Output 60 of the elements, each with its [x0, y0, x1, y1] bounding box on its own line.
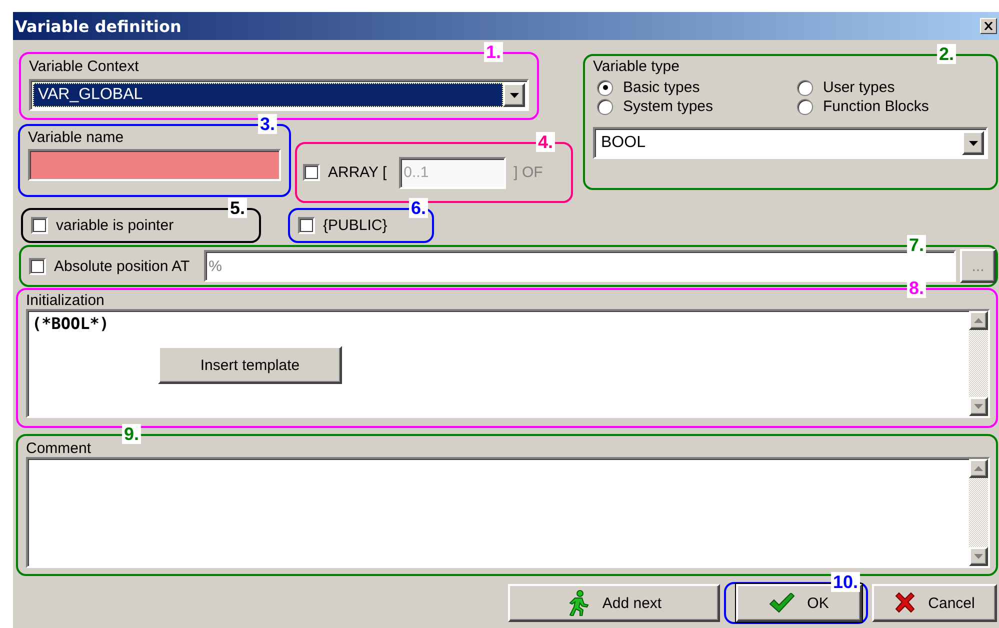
dropdown-button[interactable]: [503, 83, 525, 107]
down-arrow-icon: [974, 404, 983, 409]
cancel-button[interactable]: Cancel: [872, 584, 997, 622]
scrollbar[interactable]: [969, 311, 988, 416]
dropdown-button[interactable]: [962, 131, 984, 155]
radio-label: System types: [623, 98, 714, 115]
checkbox[interactable]: [29, 258, 46, 274]
checkbox[interactable]: [298, 217, 315, 234]
up-arrow-icon: [974, 318, 983, 323]
scroll-down-button[interactable]: [969, 547, 988, 566]
callout-number: 6.: [408, 198, 428, 218]
caret-icon: [510, 92, 518, 98]
field-label: Comment: [26, 440, 92, 457]
window-title: Variable definition: [15, 16, 182, 36]
radio-label: Function Blocks: [823, 98, 929, 115]
text-area[interactable]: [26, 457, 990, 568]
text-field[interactable]: [28, 149, 281, 181]
close-icon: [984, 22, 993, 30]
add-next-button[interactable]: Add next: [508, 584, 720, 622]
field-label: Variable type: [593, 58, 680, 75]
cross-icon: [894, 592, 916, 614]
dropdown-field[interactable]: BOOL: [593, 127, 988, 159]
callout-number: 5.: [228, 198, 247, 218]
callout-number: 8.: [906, 278, 926, 298]
dropdown-field[interactable]: VAR_GLOBAL: [29, 79, 529, 111]
checkbox-label: ARRAY [: [328, 164, 387, 181]
field-label: Variable Context: [29, 58, 140, 75]
callout-number: 3.: [258, 114, 277, 134]
checkbox-label: variable is pointer: [56, 217, 174, 234]
scrollbar[interactable]: [969, 459, 988, 566]
radio-button[interactable]: [797, 80, 813, 96]
checkbox[interactable]: [31, 217, 48, 234]
field-label: Initialization: [26, 292, 106, 309]
checkmark-icon: [769, 593, 796, 613]
callout-number: 4.: [536, 132, 555, 152]
down-arrow-icon: [974, 554, 983, 559]
radio-button[interactable]: [797, 98, 813, 114]
radio-button[interactable]: [597, 80, 613, 96]
scroll-up-button[interactable]: [969, 459, 988, 478]
checkbox-label: Absolute position AT: [54, 258, 190, 274]
scroll-down-button[interactable]: [969, 397, 988, 416]
callout-number: 7.: [906, 235, 926, 255]
field-label: Variable name: [28, 129, 125, 146]
radio-label: User types: [823, 79, 895, 96]
suffix-label: ] OF: [514, 164, 543, 181]
up-arrow-icon: [974, 466, 983, 471]
radio-label: Basic types: [623, 79, 700, 96]
insert-template-button[interactable]: Insert template: [158, 346, 342, 384]
caret-icon: [968, 140, 978, 146]
close-button[interactable]: [980, 18, 997, 34]
radio-button[interactable]: [597, 98, 613, 114]
text-area[interactable]: (*BOOL*) Insert template: [26, 309, 990, 418]
callout-number: 1.: [484, 42, 503, 62]
code-text: (*BOOL*): [32, 314, 110, 333]
callout-number: 2.: [936, 44, 956, 64]
callout-number: 10.: [830, 572, 860, 592]
text-field[interactable]: %: [204, 250, 956, 282]
callout-number: 9.: [122, 424, 142, 444]
scroll-up-button[interactable]: [969, 311, 988, 330]
checkbox-label: {PUBLIC}: [323, 217, 388, 234]
